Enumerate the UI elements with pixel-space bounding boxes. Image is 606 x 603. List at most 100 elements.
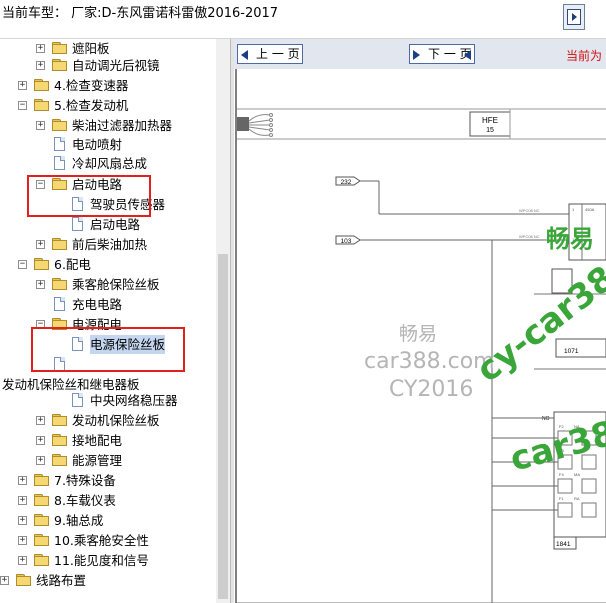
tree-item-label: 电动喷射 bbox=[72, 137, 123, 152]
tree-item-label: 8.车载仪表 bbox=[54, 493, 116, 508]
tree-item[interactable]: +11.能见度和信号 bbox=[0, 551, 216, 570]
expand-icon[interactable]: + bbox=[18, 536, 27, 545]
tree-item[interactable]: +9.轴总成 bbox=[0, 511, 216, 530]
expand-icon[interactable]: + bbox=[36, 436, 45, 445]
svg-text:NA: NA bbox=[574, 448, 580, 453]
highlight-box-start-circuit bbox=[27, 175, 151, 217]
tree-item[interactable]: + 接地配电 bbox=[0, 431, 216, 450]
expand-icon[interactable]: + bbox=[18, 496, 27, 505]
expand-icon[interactable]: + bbox=[36, 456, 45, 465]
tree-item-label: 自动调光后视镜 bbox=[72, 58, 160, 73]
arrow-right-icon bbox=[413, 50, 420, 60]
folder-icon bbox=[16, 574, 32, 586]
tree-item-label: 7.特殊设备 bbox=[54, 473, 116, 488]
tree-item[interactable]: 启动电路 bbox=[0, 215, 216, 234]
expand-icon[interactable]: + bbox=[36, 61, 45, 70]
tree-item-label: 9.轴总成 bbox=[54, 513, 104, 528]
svg-text:450A: 450A bbox=[585, 207, 595, 212]
folder-icon bbox=[34, 514, 50, 526]
folder-icon bbox=[34, 534, 50, 546]
tree-item-label: 4.检查变速器 bbox=[54, 78, 129, 93]
tag-232: 232 bbox=[341, 179, 352, 186]
tree-item[interactable]: +10.乘客舱安全性 bbox=[0, 531, 216, 550]
tree-item[interactable]: +8.车载仪表 bbox=[0, 491, 216, 510]
collapse-icon[interactable]: − bbox=[18, 101, 27, 110]
folder-icon bbox=[34, 474, 50, 486]
document-icon bbox=[54, 156, 65, 170]
block-1071: 1071 bbox=[564, 348, 579, 355]
tree-item-label: 乘客舱保险丝板 bbox=[72, 277, 160, 292]
tree-item[interactable]: 充电电路 bbox=[0, 295, 216, 314]
arrow-left-icon bbox=[464, 50, 471, 60]
expand-icon[interactable]: + bbox=[36, 240, 45, 249]
document-icon bbox=[72, 217, 83, 231]
expand-icon[interactable]: + bbox=[18, 516, 27, 525]
document-icon bbox=[72, 393, 83, 407]
scrollbar-thumb[interactable] bbox=[218, 254, 228, 599]
folder-icon bbox=[52, 119, 68, 131]
expand-icon[interactable]: + bbox=[36, 44, 45, 53]
tree-item-label: 发动机保险丝板 bbox=[72, 413, 160, 428]
tree-item[interactable]: + 前后柴油加热 bbox=[0, 235, 216, 254]
tree-item[interactable]: + 线路布置 bbox=[0, 571, 216, 590]
tree-item[interactable]: − 6.配电 bbox=[0, 255, 216, 274]
tree-item[interactable]: +7.特殊设备 bbox=[0, 471, 216, 490]
folder-icon bbox=[52, 454, 68, 466]
expand-icon[interactable]: + bbox=[18, 476, 27, 485]
folder-icon bbox=[52, 414, 68, 426]
connector-label: HFE bbox=[482, 116, 498, 125]
tree-item[interactable]: + 乘客舱保险丝板 bbox=[0, 275, 216, 294]
tree-item[interactable]: − 5.检查发动机 bbox=[0, 96, 216, 115]
tree-item[interactable]: 冷却风扇总成 bbox=[0, 154, 216, 173]
svg-text:WPC08 NC: WPC08 NC bbox=[519, 234, 540, 239]
tree-item-label: 前后柴油加热 bbox=[72, 237, 148, 252]
tree-item[interactable]: +4.检查变速器 bbox=[0, 76, 216, 95]
exit-button[interactable] bbox=[563, 4, 585, 30]
highlight-box-power-fuse-board bbox=[31, 327, 185, 372]
tree-scrollbar[interactable] bbox=[216, 39, 230, 603]
connector-number: 15 bbox=[486, 127, 494, 134]
svg-text:F2: F2 bbox=[559, 424, 564, 429]
folder-icon bbox=[52, 42, 68, 54]
document-icon bbox=[54, 297, 65, 311]
tree-item[interactable]: + 发动机保险丝板 bbox=[0, 411, 216, 430]
wiring-diagram-canvas: HFE 15 232 WPC08 NC 103 WPC08 NC 11450A … bbox=[235, 69, 606, 603]
tree-item[interactable]: 电动喷射 bbox=[0, 135, 216, 154]
folder-icon bbox=[52, 434, 68, 446]
tree-item[interactable]: 中央网络稳压器 bbox=[0, 391, 216, 410]
expand-icon[interactable]: + bbox=[18, 556, 27, 565]
expand-icon[interactable]: + bbox=[0, 576, 9, 585]
tree-item-label: 中央网络稳压器 bbox=[90, 393, 178, 408]
title-bar: 当前车型： 厂家:D-东风雷诺科雷傲2016-2017 bbox=[0, 0, 606, 39]
tree-item-label: 柴油过滤器加热器 bbox=[72, 118, 173, 133]
diagram-viewer: 上 一 页 下 一 页 当前为 HFE 15 232 WPC08 NC 103 … bbox=[234, 39, 606, 603]
expand-icon[interactable]: + bbox=[36, 280, 45, 289]
tag-103: 103 bbox=[341, 238, 352, 245]
tree-item[interactable]: + 能源管理 bbox=[0, 451, 216, 470]
previous-page-label: 上 一 页 bbox=[256, 47, 300, 61]
previous-page-button[interactable]: 上 一 页 bbox=[237, 44, 303, 64]
expand-icon[interactable]: + bbox=[18, 81, 27, 90]
tree-item-label: 充电电路 bbox=[72, 297, 123, 312]
folder-icon bbox=[34, 79, 50, 91]
expand-icon[interactable]: + bbox=[36, 416, 45, 425]
folder-icon bbox=[52, 278, 68, 290]
tree-item[interactable]: + 柴油过滤器加热器 bbox=[0, 116, 216, 135]
tree-item-label: 10.乘客舱安全性 bbox=[54, 533, 149, 548]
page-navigation-bar: 上 一 页 下 一 页 当前为 bbox=[234, 39, 606, 69]
svg-text:WPC08 NC: WPC08 NC bbox=[519, 208, 540, 213]
arrow-left-icon bbox=[241, 50, 248, 60]
svg-text:F3: F3 bbox=[559, 448, 564, 453]
tree-item-label: 5.检查发动机 bbox=[54, 98, 129, 113]
folder-icon bbox=[52, 59, 68, 71]
expand-icon[interactable]: + bbox=[36, 121, 45, 130]
folder-icon bbox=[52, 238, 68, 250]
next-page-button[interactable]: 下 一 页 bbox=[409, 44, 475, 64]
tree-item-label: 6.配电 bbox=[54, 257, 91, 272]
collapse-icon[interactable]: − bbox=[18, 260, 27, 269]
tree-item[interactable]: + 自动调光后视镜 bbox=[0, 56, 216, 75]
wiring-diagram: HFE 15 232 WPC08 NC 103 WPC08 NC 1 1 450A … bbox=[234, 69, 606, 603]
svg-text:F1: F1 bbox=[559, 496, 564, 501]
page-info: 当前为 bbox=[566, 49, 603, 63]
tree-panel: + 遮阳板 + 自动调光后视镜 +4.检查变速器 −5.检查发动机 + 柴油过滤器加热器 电动喷… bbox=[0, 39, 230, 603]
